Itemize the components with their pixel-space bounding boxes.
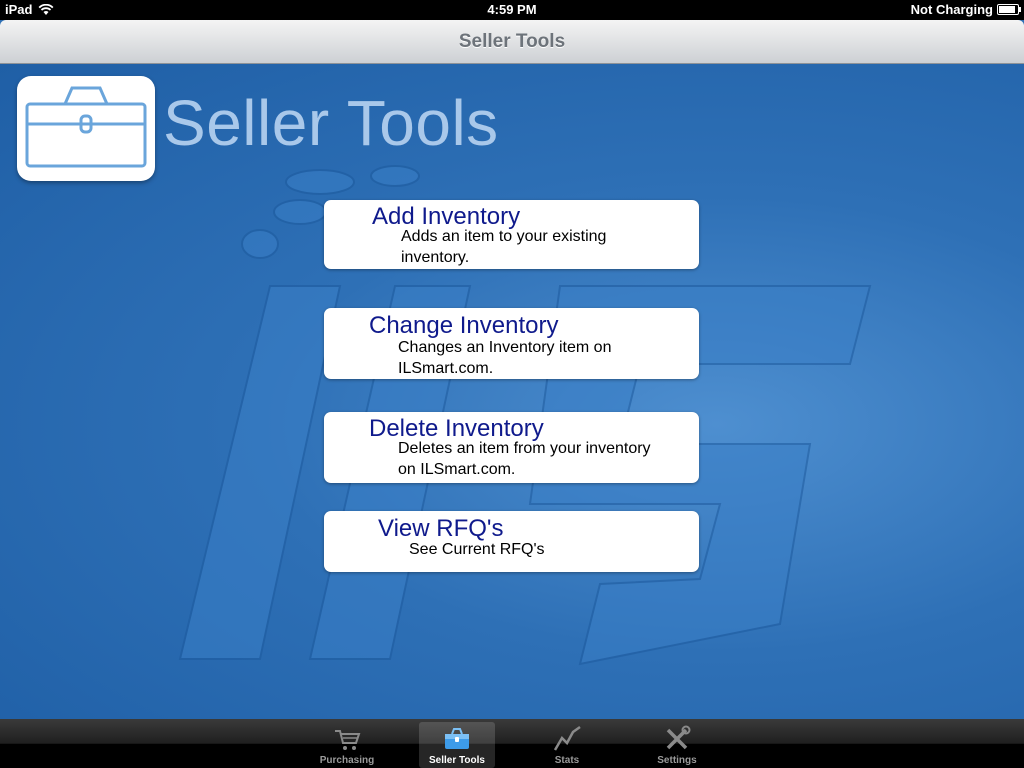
- nav-bar: Seller Tools: [0, 20, 1024, 64]
- status-time: 4:59 PM: [487, 2, 537, 17]
- change-inventory-button[interactable]: Change Inventory Changes an Inventory it…: [324, 308, 699, 379]
- status-bar: iPad 4:59 PM Not Charging: [0, 0, 1024, 20]
- toolbox-icon: [445, 728, 469, 749]
- cart-icon: [335, 730, 361, 750]
- header-title: Seller Tools: [163, 87, 499, 159]
- tab-bar: Purchasing Seller Tools Stats Settings: [0, 719, 1024, 768]
- tab-settings[interactable]: Settings: [639, 722, 715, 768]
- nav-title: Seller Tools: [458, 31, 566, 52]
- tab-label: Stats: [554, 755, 580, 766]
- toolbox-icon: [25, 86, 147, 168]
- add-inventory-button[interactable]: Add Inventory Adds an item to your exist…: [324, 200, 699, 269]
- delete-inventory-button[interactable]: Delete Inventory Deletes an item from yo…: [324, 412, 699, 483]
- tools-icon: [666, 725, 691, 750]
- toolbox-logo: [17, 76, 155, 181]
- tab-label: Seller Tools: [429, 755, 485, 766]
- stats-icon: [553, 725, 581, 751]
- menu-description: Deletes an item from your inventory on I…: [398, 440, 651, 478]
- main-content: Seller Tools Add Inventory Adds an item …: [0, 64, 1024, 719]
- menu-title: Change Inventory: [369, 312, 559, 339]
- tab-purchasing[interactable]: Purchasing: [309, 722, 385, 768]
- charging-status: Not Charging: [910, 2, 993, 17]
- battery-icon: [997, 4, 1021, 15]
- menu-description: Changes an Inventory item on ILSmart.com…: [398, 339, 612, 377]
- status-right: Not Charging: [910, 2, 1021, 17]
- tab-label: Settings: [657, 755, 697, 766]
- tab-label: Purchasing: [319, 755, 375, 766]
- menu-description: See Current RFQ's: [409, 541, 545, 558]
- tab-stats[interactable]: Stats: [529, 722, 605, 768]
- tab-seller-tools[interactable]: Seller Tools: [419, 722, 495, 768]
- menu-description: Adds an item to your existing inventory.: [401, 228, 607, 266]
- view-rfqs-button[interactable]: View RFQ's See Current RFQ's: [324, 511, 699, 572]
